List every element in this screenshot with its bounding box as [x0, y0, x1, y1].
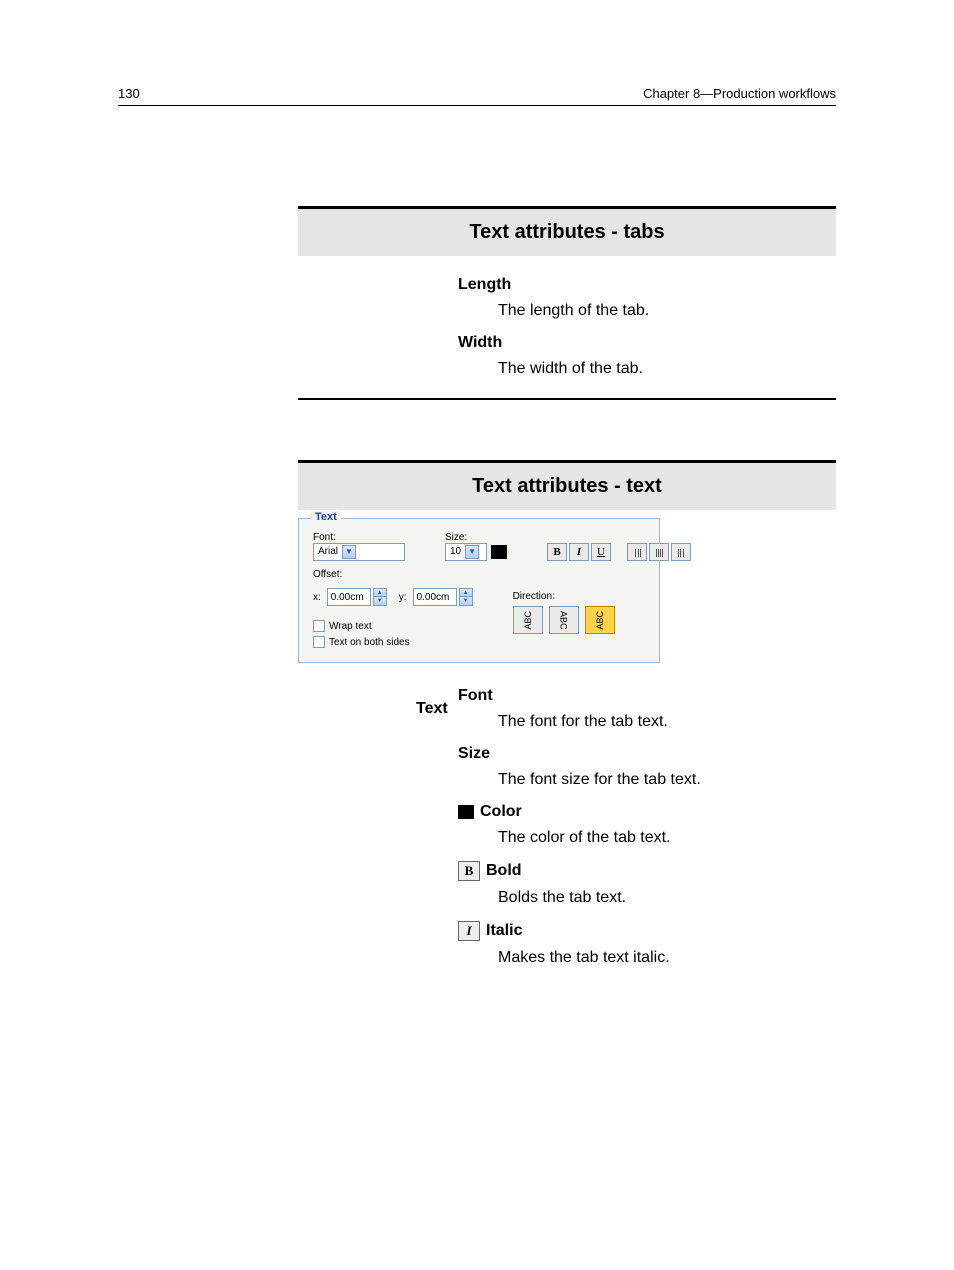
- field-desc: The width of the tab.: [498, 360, 836, 378]
- both-sides-label: Text on both sides: [329, 637, 410, 648]
- field-desc: Bolds the tab text.: [498, 889, 836, 907]
- offset-y-stepper[interactable]: 0.00cm ▲▼: [413, 588, 473, 606]
- field-desc: The length of the tab.: [498, 302, 836, 320]
- offset-y-value: 0.00cm: [413, 588, 457, 606]
- chevron-up-icon: ▲: [460, 589, 472, 597]
- offset-y-label: y:: [399, 592, 407, 603]
- panel-legend: Text: [311, 511, 341, 523]
- color-swatch-icon[interactable]: [491, 545, 507, 559]
- wrap-text-label: Wrap text: [329, 621, 372, 632]
- align-center-button[interactable]: ‖‖: [649, 543, 669, 561]
- chevron-up-icon: ▲: [374, 589, 386, 597]
- align-right-button[interactable]: ‖|: [671, 543, 691, 561]
- side-heading: Text: [416, 700, 448, 718]
- field-term: Width: [458, 334, 836, 352]
- direction-down-button[interactable]: ABC: [585, 606, 615, 634]
- direction-label: Direction:: [513, 591, 615, 602]
- field-desc: The font size for the tab text.: [498, 771, 836, 789]
- field-term: Size: [458, 745, 836, 763]
- topic-tabs: Text attributes - tabs Length The length…: [298, 206, 836, 400]
- field-term: B Bold: [458, 861, 836, 881]
- field-desc: Makes the tab text italic.: [498, 949, 836, 967]
- field-term: I Italic: [458, 921, 836, 941]
- underline-button[interactable]: U: [591, 543, 611, 561]
- color-swatch-icon: [458, 805, 474, 819]
- offset-label: Offset:: [313, 569, 473, 580]
- size-select[interactable]: 10 ▼: [445, 543, 487, 561]
- field-term: Length: [458, 276, 836, 294]
- font-select[interactable]: Arial ▼: [313, 543, 405, 561]
- chevron-down-icon: ▼: [342, 545, 356, 559]
- chevron-down-icon: ▼: [465, 545, 479, 559]
- field-desc: The color of the tab text.: [498, 829, 836, 847]
- topic-title: Text attributes - tabs: [298, 209, 836, 256]
- chevron-down-icon: ▼: [460, 597, 472, 605]
- font-value: Arial: [318, 546, 338, 557]
- page-number: 130: [118, 86, 140, 101]
- field-term: Color: [458, 803, 836, 821]
- align-left-button[interactable]: |‖: [627, 543, 647, 561]
- bold-button[interactable]: B: [547, 543, 567, 561]
- italic-icon: I: [458, 921, 480, 941]
- size-value: 10: [450, 546, 461, 557]
- page-header: 130 Chapter 8—Production workflows: [118, 86, 836, 106]
- field-term: Font: [458, 687, 836, 705]
- italic-button[interactable]: I: [569, 543, 589, 561]
- direction-vert-button[interactable]: ABC: [549, 606, 579, 634]
- text-attributes-panel: Text Font: Arial ▼ Size: 10: [298, 518, 660, 663]
- offset-x-value: 0.00cm: [327, 588, 371, 606]
- topic-title: Text attributes - text: [298, 463, 836, 510]
- both-sides-checkbox[interactable]: Text on both sides: [313, 636, 473, 648]
- wrap-text-checkbox[interactable]: Wrap text: [313, 620, 473, 632]
- field-desc: The font for the tab text.: [498, 713, 836, 731]
- offset-x-label: x:: [313, 592, 321, 603]
- chapter-label: Chapter 8—Production workflows: [643, 86, 836, 101]
- offset-x-stepper[interactable]: 0.00cm ▲▼: [327, 588, 387, 606]
- bold-icon: B: [458, 861, 480, 881]
- direction-up-button[interactable]: ABC: [513, 606, 543, 634]
- size-label: Size:: [445, 532, 507, 543]
- chevron-down-icon: ▼: [374, 597, 386, 605]
- topic-text: Text attributes - text Text Font: Arial …: [298, 460, 836, 981]
- font-label: Font:: [313, 532, 405, 543]
